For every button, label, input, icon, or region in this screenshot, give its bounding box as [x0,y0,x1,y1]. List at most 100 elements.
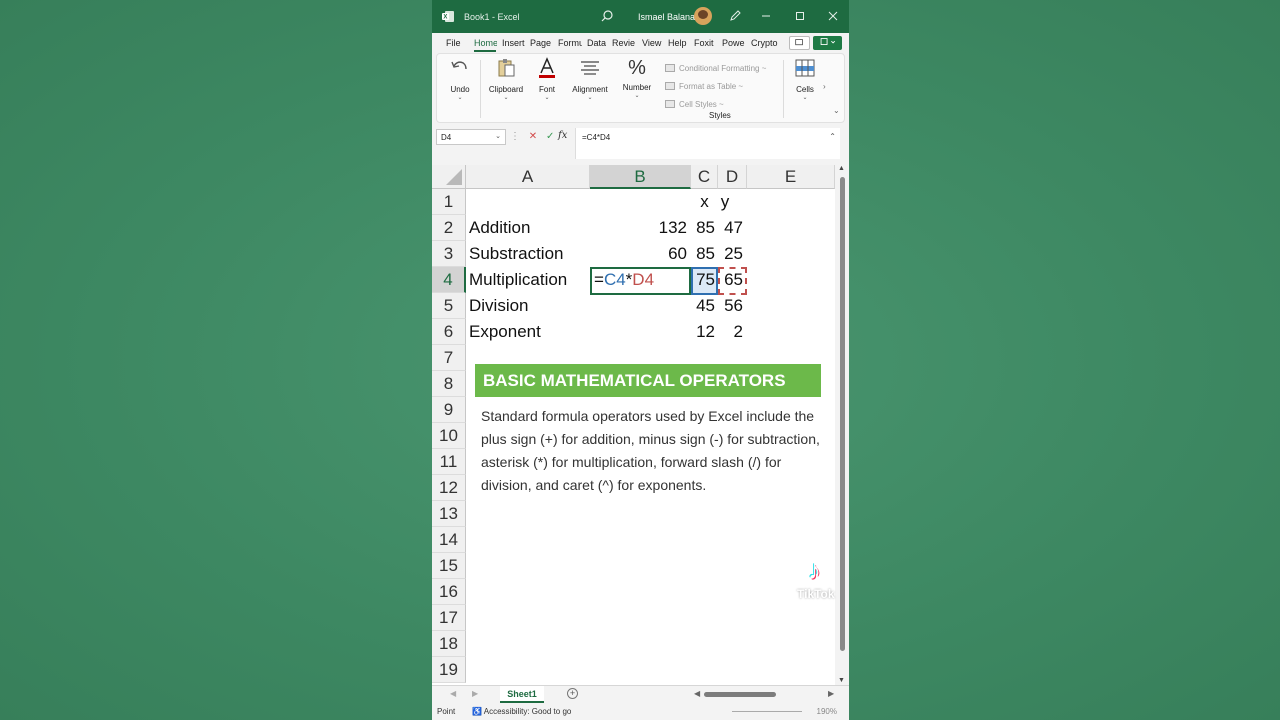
accessibility-label: Accessibility: Good to go [483,707,572,716]
cell-d6[interactable]: 2 [718,319,743,345]
row-header-5[interactable]: 5 [432,293,466,319]
tab-file[interactable]: File [446,38,461,48]
maximize-icon[interactable] [793,9,807,23]
cell-a3[interactable]: Substraction [469,241,589,267]
cell-a4[interactable]: Multiplication [469,267,589,293]
cell-d4[interactable]: 65 [718,267,743,293]
tab-data[interactable]: Data [587,38,608,48]
scroll-down-icon[interactable]: ▼ [838,677,845,684]
column-header-e[interactable]: E [747,165,835,189]
tab-foxit[interactable]: Foxit [694,38,718,48]
scroll-up-icon[interactable]: ▲ [838,165,845,172]
row-header-19[interactable]: 19 [432,657,466,683]
more-options-icon: ⋮ [510,131,520,142]
tab-formulas[interactable]: Formu [558,38,582,48]
cell-d5[interactable]: 56 [718,293,743,319]
horizontal-scrollbar[interactable] [704,692,824,698]
comments-button[interactable] [789,36,810,50]
tab-help[interactable]: Help [668,38,690,48]
tab-power[interactable]: Powe [722,38,747,48]
tab-crypto[interactable]: Crypto [751,38,778,48]
row-header-12[interactable]: 12 [432,475,466,501]
cell-c6[interactable]: 12 [691,319,715,345]
clipboard-button[interactable]: Clipboard ⌄ [484,57,528,101]
cell-a2[interactable]: Addition [469,215,589,241]
ribbon-collapse-icon[interactable]: ⌄ [833,106,840,115]
font-button[interactable]: Font ⌄ [532,57,562,101]
column-header-a[interactable]: A [466,165,590,189]
chevron-right-icon[interactable]: › [823,82,826,91]
horizontal-scroll-thumb[interactable] [704,692,776,697]
insert-function-icon[interactable]: fx [558,130,567,141]
conditional-formatting-button[interactable]: Conditional Formatting ~ [665,59,766,77]
formula-buttons: ⋮ ✕ ✓ [510,131,554,142]
row-header-16[interactable]: 16 [432,579,466,605]
accessibility-icon: ♿ [472,707,482,716]
alignment-button[interactable]: Alignment ⌄ [568,57,612,101]
row-header-11[interactable]: 11 [432,449,466,475]
cell-a6[interactable]: Exponent [469,319,589,345]
row-header-10[interactable]: 10 [432,423,466,449]
row-header-18[interactable]: 18 [432,631,466,657]
pen-icon[interactable] [728,9,742,23]
avatar[interactable] [694,7,712,25]
cell-b4-editor[interactable]: =C4*D4 [594,267,689,293]
expand-formula-icon[interactable]: ⌃ [829,132,836,141]
share-button[interactable] [813,36,842,50]
tab-home[interactable]: Home [474,38,497,48]
add-sheet-icon[interactable]: + [567,688,578,699]
cell-a5[interactable]: Division [469,293,589,319]
row-header-6[interactable]: 6 [432,319,466,345]
prev-sheet-icon[interactable]: ◀ [450,689,456,698]
row-header-2[interactable]: 2 [432,215,466,241]
cell-d1[interactable]: y [711,189,739,215]
cell-c4[interactable]: 75 [691,267,715,293]
row-header-14[interactable]: 14 [432,527,466,553]
select-all-button[interactable] [432,165,466,189]
cell-c2[interactable]: 85 [691,215,715,241]
chevron-down-icon: ⌄ [503,95,509,101]
row-header-9[interactable]: 9 [432,397,466,423]
column-header-b[interactable]: B [590,165,691,189]
undo-button[interactable]: Undo ⌄ [445,57,475,101]
column-header-c[interactable]: C [691,165,718,189]
format-as-table-button[interactable]: Format as Table ~ [665,77,766,95]
scroll-left-icon[interactable]: ◀ [694,689,700,698]
scroll-right-icon[interactable]: ▶ [828,689,834,698]
column-header-d[interactable]: D [718,165,747,189]
row-header-3[interactable]: 3 [432,241,466,267]
row-header-17[interactable]: 17 [432,605,466,631]
sheet-tab-sheet1[interactable]: Sheet1 [500,686,544,703]
sheet-tab-bar: ◀ ▶ Sheet1 + ◀ ▶ [432,685,849,703]
accessibility-status[interactable]: ♿ Accessibility: Good to go [472,707,571,716]
name-box[interactable]: D4 ⌄ [436,129,506,145]
tab-page-layout[interactable]: Page [530,38,551,48]
zoom-slider[interactable] [732,711,802,712]
tab-view[interactable]: View [642,38,664,48]
formula-input[interactable]: =C4*D4 ⌃ [575,128,840,159]
row-header-13[interactable]: 13 [432,501,466,527]
cells-button[interactable]: Cells ⌄ [790,57,820,101]
cancel-icon[interactable]: ✕ [529,131,537,142]
number-button[interactable]: % Number ⌄ [617,57,657,99]
row-header-15[interactable]: 15 [432,553,466,579]
cell-d3[interactable]: 25 [718,241,743,267]
cell-c3[interactable]: 85 [691,241,715,267]
row-header-8[interactable]: 8 [432,371,466,397]
cell-d2[interactable]: 47 [718,215,743,241]
row-header-1[interactable]: 1 [432,189,466,215]
row-header-4[interactable]: 4 [432,267,466,293]
row-header-7[interactable]: 7 [432,345,466,371]
tab-review[interactable]: Revie [612,38,636,48]
search-icon[interactable] [600,9,614,23]
cell-c5[interactable]: 45 [691,293,715,319]
next-sheet-icon[interactable]: ▶ [472,689,478,698]
confirm-icon[interactable]: ✓ [546,131,554,142]
chevron-down-icon[interactable]: ⌄ [495,132,501,140]
cell-b2[interactable]: 132 [590,215,687,241]
cell-b3[interactable]: 60 [590,241,687,267]
close-icon[interactable] [826,9,840,23]
zoom-level[interactable]: 190% [817,707,837,716]
tab-insert[interactable]: Insert [502,38,526,48]
minimize-icon[interactable] [759,9,773,23]
